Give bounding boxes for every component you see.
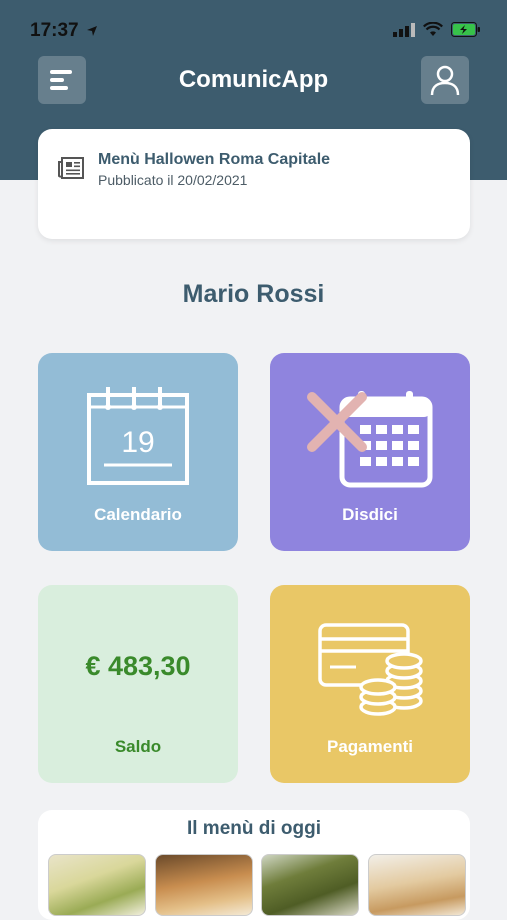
signal-icon	[393, 22, 415, 37]
calendar-cancel-icon	[307, 391, 433, 488]
news-card[interactable]: Menù Hallowen Roma Capitale Pubblicato i…	[38, 129, 470, 239]
payments-tile[interactable]: Pagamenti	[270, 585, 470, 783]
payments-label: Pagamenti	[327, 737, 413, 756]
today-menu-card[interactable]: Il menù di oggi	[38, 810, 470, 920]
dish-image-pasta-pesto[interactable]	[48, 854, 146, 916]
calendar-label: Calendario	[94, 505, 182, 524]
user-name: Mario Rossi	[182, 280, 325, 308]
balance-label: Saldo	[114, 737, 162, 756]
location-arrow-icon	[87, 26, 97, 36]
calendar-icon: 19	[87, 387, 189, 485]
newspaper-icon	[58, 157, 84, 179]
battery-charging-icon	[451, 22, 480, 37]
status-bar: 17:37	[0, 0, 507, 60]
calendar-tile[interactable]: 19 Calendario	[38, 353, 238, 551]
news-date: Pubblicato il 20/02/2021	[98, 172, 248, 188]
today-menu-title: Il menù di oggi	[186, 818, 322, 839]
user-icon	[430, 65, 460, 96]
news-title: Menù Hallowen Roma Capitale	[98, 151, 331, 168]
cancel-tile[interactable]: Disdici	[270, 353, 470, 551]
dish-image-green-beans[interactable]	[261, 854, 359, 916]
dish-image-bread[interactable]	[368, 854, 466, 916]
dish-image-fish[interactable]	[155, 854, 253, 916]
balance-tile[interactable]: € 483,30 Saldo	[38, 585, 238, 783]
status-time: 17:37	[30, 20, 79, 41]
card-coins-icon	[318, 623, 423, 716]
cancel-label: Disdici	[342, 505, 398, 524]
status-indicators	[393, 22, 481, 37]
calendar-day: 19	[121, 426, 154, 459]
wifi-icon	[423, 22, 443, 36]
balance-amount: € 483,30	[85, 651, 191, 681]
profile-button[interactable]	[421, 56, 469, 104]
